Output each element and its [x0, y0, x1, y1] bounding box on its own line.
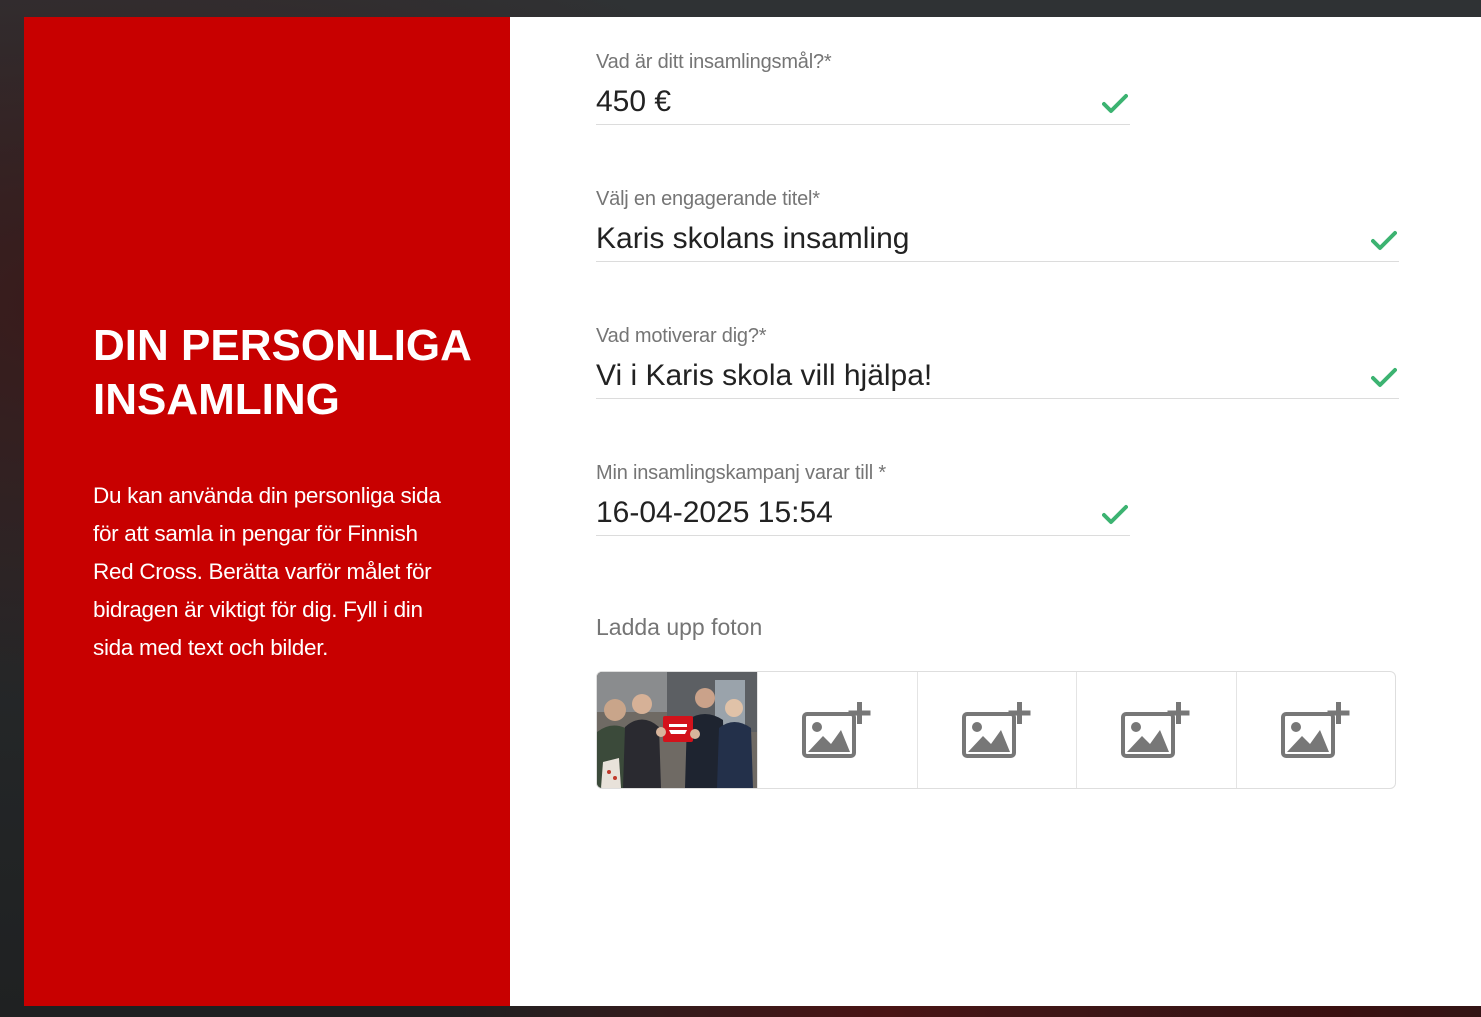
photo-slot-add[interactable] [757, 672, 917, 788]
title-field: Välj en engagerande titel* Karis skolans… [596, 187, 1399, 262]
check-icon [1102, 94, 1128, 113]
add-photo-icon [961, 702, 1031, 758]
end-date-value: 16-04-2025 15:54 [596, 496, 833, 529]
check-icon [1102, 505, 1128, 524]
panel-heading: DIN PERSONLIGA INSAMLING [93, 321, 471, 424]
upload-photos-label: Ladda upp foton [596, 614, 763, 640]
panel-description: Du kan använda din personliga sida för a… [93, 483, 441, 660]
motivation-field: Vad motiverar dig?* Vi i Karis skola vil… [596, 324, 1399, 399]
add-photo-icon [802, 702, 871, 758]
motivation-input[interactable]: Vi i Karis skola vill hjälpa! [596, 358, 1399, 399]
motivation-value: Vi i Karis skola vill hjälpa! [596, 359, 933, 392]
photo-slot-add[interactable] [1235, 672, 1396, 788]
title-input[interactable]: Karis skolans insamling [596, 221, 1399, 262]
intro-panel: DIN PERSONLIGA INSAMLING Du kan använda … [24, 17, 510, 1006]
photo-upload-strip [596, 671, 1396, 789]
motivation-label: Vad motiverar dig?* [596, 325, 767, 347]
photo-slot-add[interactable] [916, 672, 1077, 788]
photo-slot-add[interactable] [1076, 672, 1236, 788]
goal-value: 450 € [596, 85, 672, 118]
photo-thumbnail [597, 672, 757, 788]
goal-field: Vad är ditt insamlingsmål?* 450 € [596, 50, 1130, 125]
title-value: Karis skolans insamling [596, 222, 910, 255]
end-date-label: Min insamlingskampanj varar till * [596, 462, 886, 484]
photo-slot-uploaded[interactable] [597, 672, 757, 788]
fundraiser-form-card: DIN PERSONLIGA INSAMLING Du kan använda … [24, 17, 1481, 1006]
check-icon [1371, 231, 1397, 250]
goal-input[interactable]: 450 € [596, 84, 1130, 125]
check-icon [1371, 368, 1397, 387]
add-photo-icon [1280, 702, 1350, 758]
add-photo-icon [1121, 702, 1190, 758]
title-label: Välj en engagerande titel* [596, 188, 820, 210]
end-date-input[interactable]: 16-04-2025 15:54 [596, 495, 1130, 536]
goal-label: Vad är ditt insamlingsmål?* [596, 51, 832, 73]
end-date-field: Min insamlingskampanj varar till * 16-04… [596, 461, 1130, 536]
